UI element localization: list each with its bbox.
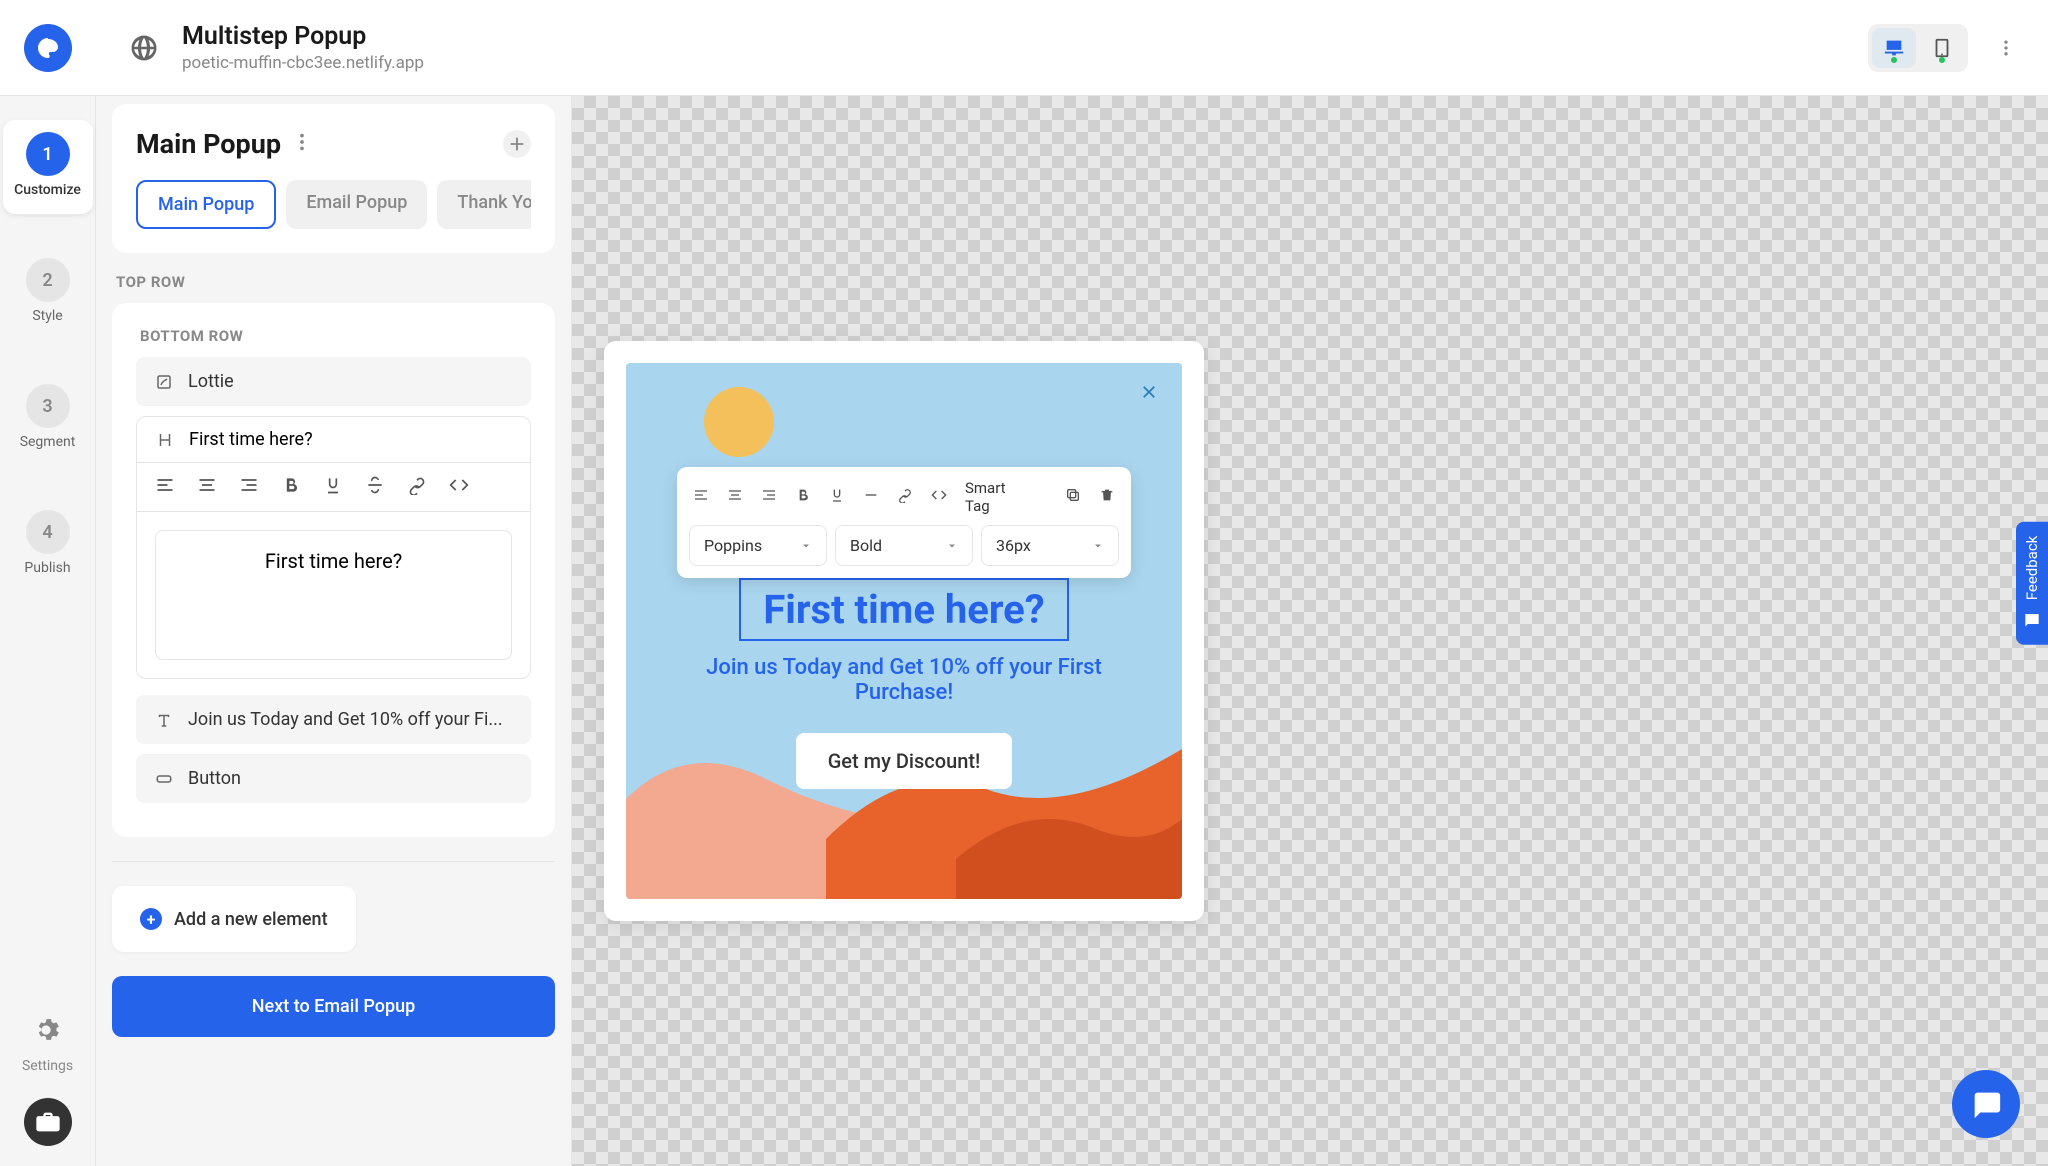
close-icon[interactable] [1140, 383, 1160, 403]
chat-icon [1969, 1087, 2003, 1121]
floating-toolbar: Smart Tag Poppins Bold 36px [677, 467, 1131, 578]
step-style[interactable]: 2 Style [3, 246, 93, 340]
add-tab-button[interactable] [503, 130, 531, 158]
code-icon[interactable] [449, 475, 469, 499]
lottie-icon [154, 373, 174, 391]
bottom-row-label: BOTTOM ROW [140, 327, 531, 345]
page-title: Multistep Popup [182, 22, 1868, 51]
desktop-toggle[interactable] [1872, 28, 1916, 68]
step-customize[interactable]: 1 Customize [3, 120, 93, 214]
heading-icon [155, 431, 175, 449]
element-text[interactable]: Join us Today and Get 10% off your Fi... [136, 695, 531, 744]
panel-title: Main Popup [136, 128, 281, 160]
smart-tag-button[interactable]: Smart Tag [965, 479, 1029, 515]
app-logo[interactable] [24, 24, 72, 72]
tb-underline[interactable] [829, 487, 845, 507]
step-rail: 1 Customize 2 Style 3 Segment 4 Publish … [0, 96, 96, 1166]
step-segment[interactable]: 3 Segment [3, 372, 93, 466]
tb-delete[interactable] [1099, 487, 1115, 507]
element-button[interactable]: Button [136, 754, 531, 803]
heading-editor: First time here? First time here? [136, 416, 531, 679]
tab-email[interactable]: Email Popup [286, 180, 427, 229]
bold-icon[interactable] [281, 475, 301, 499]
weight-select[interactable]: Bold [835, 525, 973, 566]
align-left-icon[interactable] [155, 475, 175, 499]
element-lottie[interactable]: Lottie [136, 357, 531, 406]
heading-textarea[interactable]: First time here? [155, 530, 512, 660]
globe-icon[interactable] [122, 26, 166, 70]
step-publish[interactable]: 4 Publish [3, 498, 93, 592]
device-toggle [1868, 24, 1968, 72]
panel-kebab[interactable] [291, 131, 313, 157]
align-center-icon[interactable] [197, 475, 217, 499]
button-icon [154, 770, 174, 788]
align-right-icon[interactable] [239, 475, 259, 499]
briefcase-button[interactable] [24, 1098, 72, 1146]
tab-thank[interactable]: Thank Yo [437, 180, 531, 229]
page-subtitle: poetic-muffin-cbc3ee.netlify.app [182, 53, 1868, 73]
tb-code[interactable] [931, 487, 947, 507]
plus-icon: + [140, 908, 162, 930]
font-select[interactable]: Poppins [689, 525, 827, 566]
feedback-button[interactable]: Feedback [2016, 522, 2048, 645]
settings-button[interactable]: Settings [22, 1006, 73, 1074]
canvas: Smart Tag Poppins Bold 36px First time h… [572, 96, 2048, 1166]
chat-button[interactable] [1952, 1070, 2020, 1138]
underline-icon[interactable] [323, 475, 343, 499]
tb-strikethrough[interactable] [863, 487, 879, 507]
title-group: Multistep Popup poetic-muffin-cbc3ee.net… [182, 22, 1868, 73]
side-panel: Main Popup Main Popup Email Popup Thank … [96, 96, 572, 1166]
tab-main[interactable]: Main Popup [136, 180, 276, 229]
feedback-icon [2022, 610, 2042, 630]
size-select[interactable]: 36px [981, 525, 1119, 566]
strikethrough-icon[interactable] [365, 475, 385, 499]
element-heading[interactable]: First time here? [137, 417, 530, 463]
next-button[interactable]: Next to Email Popup [112, 976, 555, 1037]
tb-align-left[interactable] [693, 487, 709, 507]
tab-row: Main Popup Email Popup Thank Yo [136, 180, 531, 229]
tb-link[interactable] [897, 487, 913, 507]
tb-align-right[interactable] [761, 487, 777, 507]
mobile-toggle[interactable] [1920, 28, 1964, 68]
text-icon [154, 711, 174, 729]
tb-align-center[interactable] [727, 487, 743, 507]
header-kebab[interactable] [1988, 30, 2024, 66]
tb-bold[interactable] [795, 487, 811, 507]
top-row-label: TOP ROW [116, 273, 555, 291]
link-icon[interactable] [407, 475, 427, 499]
add-element-button[interactable]: + Add a new element [112, 886, 356, 952]
header: Multistep Popup poetic-muffin-cbc3ee.net… [0, 0, 2048, 96]
tb-copy[interactable] [1065, 487, 1081, 507]
